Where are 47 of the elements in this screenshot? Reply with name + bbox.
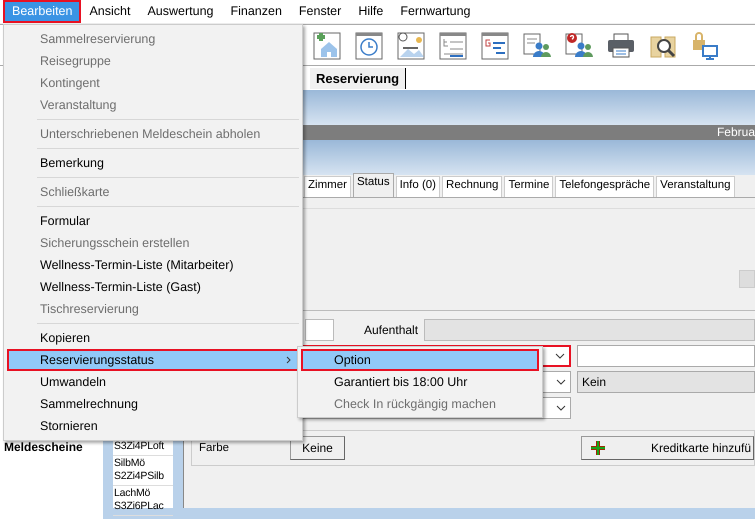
menu-item[interactable]: Bemerkung — [7, 152, 299, 174]
month-label: Februa — [716, 125, 755, 139]
menu-item[interactable]: Fernwartung — [391, 0, 480, 23]
tab[interactable]: Termine — [504, 176, 554, 197]
list-cell[interactable]: SilbMö S2Zi4PSilb — [113, 456, 173, 486]
room-text: S3Zi6PLac — [114, 500, 165, 513]
menu-item[interactable]: Formular — [7, 210, 299, 232]
list-cell[interactable]: LachMö S3Zi6PLac — [113, 486, 173, 516]
menu-item[interactable]: Kopieren — [7, 327, 299, 349]
chevron-right-icon — [286, 356, 291, 364]
document-tab[interactable]: Reservierung — [310, 68, 406, 89]
menu-item[interactable]: Option — [301, 349, 539, 371]
menu-item[interactable]: Umwandeln — [7, 371, 299, 393]
text-field[interactable] — [424, 319, 755, 341]
tab[interactable]: Info (0) — [396, 176, 440, 197]
menu-item[interactable]: Garantiert bis 18:00 Uhr — [301, 371, 539, 393]
chevron-down-icon — [556, 379, 566, 385]
room-text: LachMö — [114, 487, 152, 500]
field-label: Farbe — [199, 442, 230, 454]
tab[interactable]: Telefongespräche — [555, 176, 654, 197]
menu-item[interactable]: Auswertung — [138, 0, 222, 23]
chevron-down-icon — [555, 353, 565, 359]
text-field[interactable] — [577, 345, 755, 367]
text-field[interactable] — [305, 319, 334, 341]
menu-item[interactable]: Ansicht — [80, 0, 140, 23]
dropdown-field[interactable]: Kein — [577, 371, 755, 393]
tab[interactable]: Status — [352, 173, 394, 197]
section-label: Meldescheine — [4, 440, 84, 454]
chevron-down-icon — [556, 405, 566, 411]
room-text: SilbMö — [114, 457, 146, 470]
color-button[interactable]: Keine — [290, 436, 345, 460]
room-text: S3Zi4PLoft — [114, 440, 166, 453]
menu-item[interactable]: Hilfe — [349, 0, 392, 23]
field-label: Aufenthalt — [364, 323, 420, 337]
room-text: S2Zi4PSilb — [114, 470, 165, 483]
plus-icon — [590, 440, 606, 456]
menu-item[interactable]: Wellness-Termin-Liste (Mitarbeiter) — [7, 254, 299, 276]
menu-item[interactable]: Finanzen — [221, 0, 291, 23]
tab[interactable]: Rechnung — [442, 176, 502, 197]
menu-item[interactable]: Stornieren — [7, 415, 299, 437]
tab[interactable]: Veranstaltung — [656, 176, 734, 197]
menu-item[interactable]: Fenster — [290, 0, 350, 23]
menu-item[interactable]: Wellness-Termin-Liste (Gast) — [7, 276, 299, 298]
menu-item[interactable]: Reservierungsstatus — [7, 349, 299, 371]
menu-item[interactable]: Sammelrechnung — [7, 393, 299, 415]
tab[interactable]: Zimmer — [304, 176, 351, 197]
add-card-button[interactable]: Kreditkarte hinzufü — [581, 436, 754, 460]
